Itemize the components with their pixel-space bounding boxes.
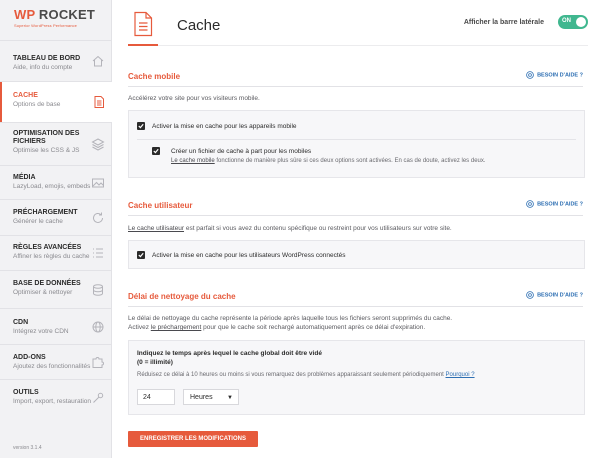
cleanup-options-panel: Indiquez le temps après lequel le cache … [128, 340, 585, 415]
sidebar-item-add-ons[interactable]: ADD-ONS Ajoutez des fonctionnalités [0, 344, 111, 379]
help-link[interactable]: BESOIN D'AIDE ? [526, 200, 583, 208]
cleanup-desc-line1: Le délai de nettoyage du cache représent… [128, 315, 453, 322]
sidebar-item-regles-avancees[interactable]: RÈGLES AVANCÉES Affiner les règles du ca… [0, 235, 111, 270]
user-cache-label: Activer la mise en cache pour les utilis… [152, 252, 346, 259]
help-icon [526, 71, 534, 79]
user-cache-checkbox[interactable] [137, 251, 145, 259]
lifespan-unit-select[interactable]: Heures ▼ [183, 389, 239, 405]
mobile-cache-doc-link[interactable]: Le cache mobile [171, 158, 215, 164]
section-header-cache-mobile: Cache mobile BESOIN D'AIDE ? [128, 69, 583, 87]
header-divider [128, 45, 588, 46]
help-label: BESOIN D'AIDE ? [537, 72, 583, 79]
cache-mobile-options-panel: Activer la mise en cache pour les appare… [128, 110, 585, 178]
lifespan-field-label: Indiquez le temps après lequel le cache … [137, 350, 322, 357]
page-header: Cache Afficher la barre latérale ON [128, 10, 588, 46]
image-icon [91, 176, 105, 190]
sidebar-toggle-label: Afficher la barre latérale [463, 19, 544, 26]
toggle-knob [576, 17, 586, 27]
mobile-cache-checkbox[interactable] [137, 122, 145, 130]
user-cache-doc-link[interactable]: Le cache utilisateur [128, 225, 184, 232]
section-title: Cache mobile [128, 72, 181, 81]
sidebar-item-prechargement[interactable]: PRÉCHARGEMENT Générer le cache [0, 199, 111, 235]
cleanup-desc-rest: pour que le cache soit rechargé automati… [203, 324, 426, 331]
section-title: Délai de nettoyage du cache [128, 292, 236, 301]
section-description: Le cache utilisateur est parfait si vous… [128, 224, 452, 233]
help-icon [526, 291, 534, 299]
help-label: BESOIN D'AIDE ? [537, 292, 583, 299]
separate-mobile-cache-help-text: fonctionne de manière plus sûre si ces d… [216, 158, 486, 164]
cache-file-icon [92, 95, 106, 109]
sidebar-item-media[interactable]: MÉDIA LazyLoad, emojis, embeds [0, 165, 111, 199]
sidebar-item-outils[interactable]: OUTILS Import, export, restauration [0, 379, 111, 415]
list-icon [91, 246, 105, 260]
section-header-cache-utilisateur: Cache utilisateur BESOIN D'AIDE ? [128, 198, 583, 216]
lifespan-value-input[interactable]: 24 [137, 389, 175, 405]
sidebar-toggle[interactable]: ON [558, 15, 588, 29]
lifespan-field-note: Réduisez ce délai à 10 heures ou moins s… [137, 372, 475, 378]
separate-mobile-cache-checkbox[interactable] [152, 147, 160, 155]
refresh-icon [91, 211, 105, 225]
section-header-cleanup: Délai de nettoyage du cache BESOIN D'AID… [128, 289, 583, 307]
wp-rocket-logo[interactable]: WP ROCKET Superior WordPress Performance [0, 0, 111, 40]
lifespan-note-text: Réduisez ce délai à 10 heures ou moins s… [137, 372, 444, 378]
caret-down-icon: ▼ [227, 395, 233, 401]
section-description: Le délai de nettoyage du cache représent… [128, 314, 452, 332]
save-changes-button[interactable]: ENREGISTRER LES MODIFICATIONS [128, 431, 258, 447]
sidebar-item-cache[interactable]: CACHE Options de base [0, 81, 112, 122]
option-divider [137, 139, 576, 140]
user-cache-desc-text: est parfait si vous avez du contenu spéc… [185, 225, 452, 232]
version-label: version 3.1.4 [13, 445, 42, 451]
preload-link[interactable]: le préchargement [151, 324, 202, 331]
logo-tagline: Superior WordPress Performance [14, 23, 77, 28]
cleanup-desc-prefix: Activez [128, 324, 149, 331]
help-label: BESOIN D'AIDE ? [537, 201, 583, 208]
sidebar-item-tableau-de-bord[interactable]: TABLEAU DE BORD Aide, info du compte [0, 40, 111, 81]
sidebar-item-base-de-donnees[interactable]: BASE DE DONNÉES Optimiser & nettoyer [0, 270, 111, 308]
help-link[interactable]: BESOIN D'AIDE ? [526, 291, 583, 299]
cache-page-icon [132, 11, 154, 37]
sidebar-item-cdn[interactable]: CDN Intégrez votre CDN [0, 308, 111, 344]
tools-icon [91, 391, 105, 405]
mobile-cache-label: Activer la mise en cache pour les appare… [152, 123, 297, 130]
cleanup-desc-line2: Activez le préchargement pour que le cac… [128, 323, 452, 332]
lifespan-unit-value: Heures [190, 394, 213, 401]
cache-user-options-panel: Activer la mise en cache pour les utilis… [128, 240, 585, 269]
database-icon [91, 283, 105, 297]
main-content: Cache Afficher la barre latérale ON Cach… [113, 0, 597, 458]
help-link[interactable]: BESOIN D'AIDE ? [526, 71, 583, 79]
toggle-state-text: ON [562, 18, 571, 24]
page-title: Cache [177, 17, 221, 34]
help-icon [526, 200, 534, 208]
why-link[interactable]: Pourquoi ? [446, 372, 475, 378]
header-accent-line [128, 44, 158, 46]
separate-mobile-cache-help: Le cache mobile fonctionne de manière pl… [171, 158, 486, 164]
section-description: Accélérez votre site pour vos visiteurs … [128, 95, 260, 102]
sidebar-item-optimisation[interactable]: OPTIMISATION DES FICHIERS Optimise les C… [0, 122, 111, 165]
lifespan-field-hint: (0 = illimité) [137, 359, 173, 366]
puzzle-icon [91, 355, 105, 369]
layers-icon [91, 137, 105, 151]
globe-icon [91, 320, 105, 334]
sidebar: WP ROCKET Superior WordPress Performance… [0, 0, 112, 458]
home-icon [91, 54, 105, 68]
logo-brand-wp: WP [14, 7, 36, 22]
logo-brand-name: ROCKET [38, 7, 96, 22]
section-title: Cache utilisateur [128, 201, 193, 210]
separate-mobile-cache-label: Créer un fichier de cache à part pour le… [171, 148, 312, 155]
